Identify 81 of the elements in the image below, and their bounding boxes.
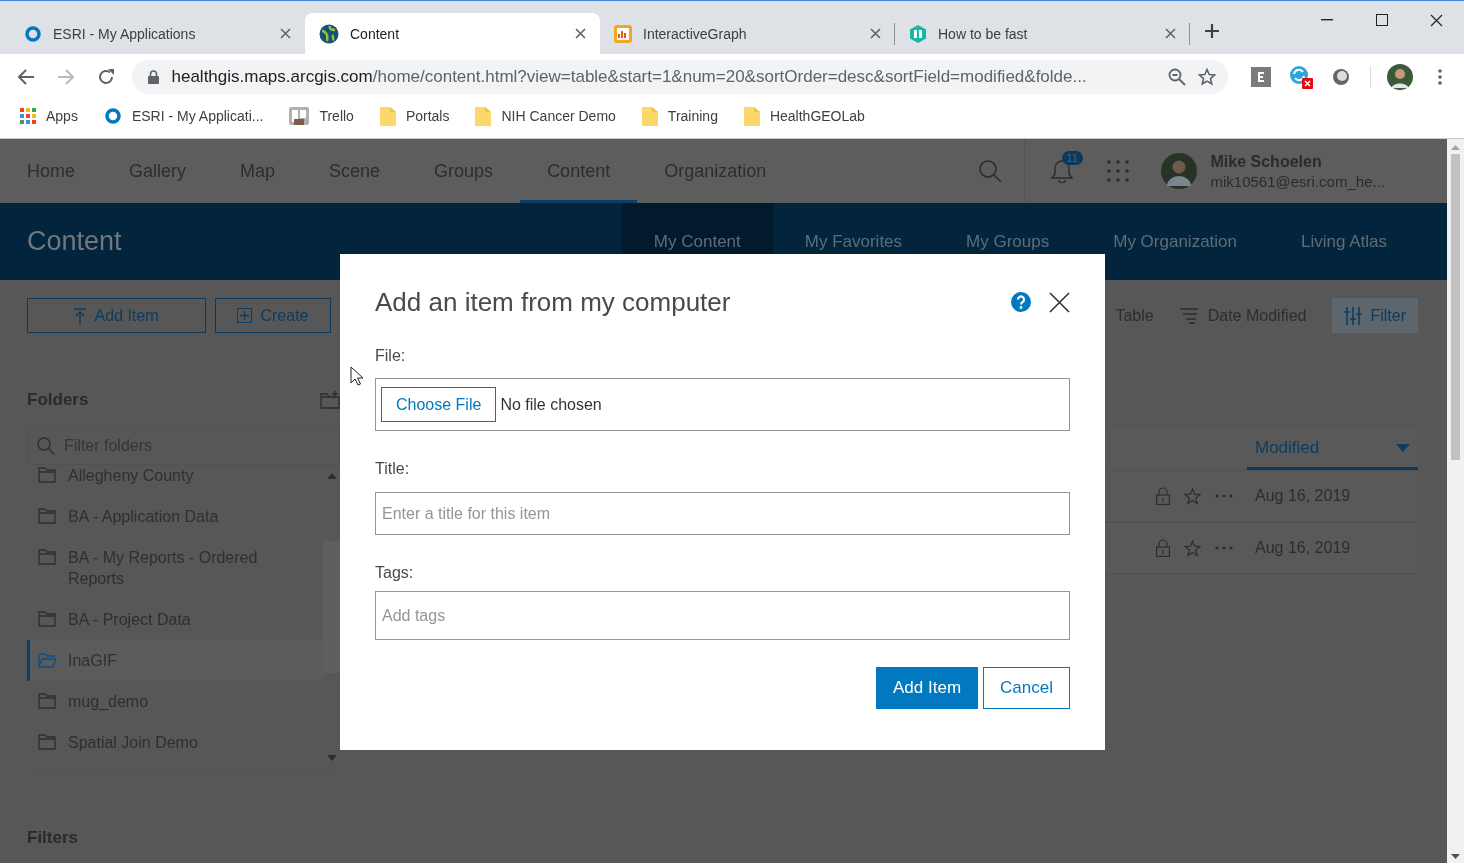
board-icon — [289, 107, 310, 125]
notification-badge: 11 — [1061, 151, 1083, 165]
chart-icon — [614, 24, 632, 43]
star-icon[interactable] — [1184, 539, 1201, 557]
scrollbar-thumb[interactable] — [323, 541, 340, 673]
browser-tab[interactable]: ESRI - My Applications — [10, 13, 305, 54]
ring-icon — [103, 107, 122, 125]
close-icon[interactable] — [1430, 13, 1443, 27]
field-label: Title: — [375, 459, 411, 479]
extension-icon[interactable] — [1251, 67, 1271, 87]
page-title: Content — [27, 226, 122, 257]
content-tab[interactable]: Living Atlas — [1269, 203, 1419, 280]
avatar-icon[interactable] — [1387, 64, 1413, 90]
star-icon[interactable] — [1198, 68, 1216, 86]
folder-icon — [38, 508, 56, 524]
star-icon[interactable] — [1184, 487, 1201, 505]
sort-icon — [1179, 307, 1198, 324]
globe-icon — [319, 23, 339, 44]
lock-icon — [1156, 539, 1170, 557]
cancel-button[interactable]: Cancel — [983, 667, 1070, 709]
tags-field[interactable]: Add tags — [375, 591, 1070, 640]
reload-icon[interactable] — [96, 68, 115, 86]
folder-icon — [38, 549, 56, 565]
add-item-button[interactable]: Add Item — [27, 298, 206, 333]
menu-icon[interactable] — [1438, 69, 1442, 85]
help-icon[interactable] — [1011, 292, 1031, 312]
sort-caret-icon — [1396, 444, 1410, 452]
extension-circle-icon[interactable] — [1332, 68, 1350, 86]
sync-extension-icon[interactable] — [1289, 65, 1313, 89]
folder-icon — [38, 693, 56, 709]
scroll-down-icon[interactable] — [1451, 854, 1460, 859]
bookmark[interactable]: ESRI - My Applicati... — [95, 103, 272, 129]
create-button[interactable]: Create — [215, 298, 331, 333]
new-tab-icon[interactable] — [1204, 22, 1220, 39]
bookmark[interactable]: HealthGEOLab — [735, 102, 873, 130]
back-arrow-icon[interactable] — [16, 68, 35, 86]
bookmark[interactable]: NIH Cancer Demo — [467, 102, 624, 130]
dialog-title: Add an item from my computer — [375, 286, 732, 318]
minimize-icon[interactable] — [1320, 19, 1333, 21]
bookmark[interactable]: Training — [633, 102, 726, 130]
field-label: File: — [375, 346, 407, 366]
lock-icon — [1156, 487, 1170, 505]
plus-square-icon — [237, 308, 253, 323]
ring-icon — [24, 24, 42, 43]
maximize-icon[interactable] — [1375, 14, 1388, 26]
column-header[interactable]: Modified — [1247, 429, 1418, 470]
scrollbar-thumb[interactable] — [1451, 154, 1460, 460]
folder-icon — [743, 106, 760, 126]
filter-sliders-icon — [1344, 306, 1363, 325]
upload-icon — [74, 307, 87, 324]
book-icon — [909, 24, 927, 43]
folder-icon — [38, 734, 56, 750]
content-tab[interactable]: My Organization — [1081, 203, 1269, 280]
file-field[interactable]: Choose File No file chosen — [375, 378, 1070, 431]
apps-grid-icon — [20, 108, 36, 124]
browser-tab[interactable]: InteractiveGraph — [600, 13, 895, 54]
choose-file-button[interactable]: Choose File — [381, 387, 497, 422]
bookmark[interactable]: Trello — [281, 103, 362, 129]
folder-icon — [38, 611, 56, 627]
bookmark[interactable]: Apps — [12, 104, 86, 128]
folder-icon — [641, 106, 658, 126]
browser-tab[interactable]: How to be fast — [895, 13, 1190, 54]
add-item-button[interactable]: Add Item — [876, 667, 979, 709]
filter-button[interactable]: Filter — [1332, 298, 1418, 333]
title-field[interactable]: Enter a title for this item — [375, 492, 1070, 535]
lock-icon — [148, 70, 160, 84]
mouse-pointer-icon — [350, 366, 363, 386]
close-icon[interactable] — [1049, 291, 1070, 313]
avatar-icon[interactable] — [1160, 153, 1197, 189]
address-field[interactable]: healthgis.maps.arcgis.com/home/content.html?view=table&start=1&num=20&sortOrder=desc&sortField=modified&folde... — [132, 60, 1228, 94]
folder-icon — [38, 467, 56, 483]
folder-icon — [475, 106, 492, 126]
bookmark[interactable]: Portals — [371, 102, 458, 130]
zoom-out-icon[interactable] — [1168, 68, 1186, 86]
open-folder-icon — [38, 652, 56, 668]
folder-icon — [379, 106, 396, 126]
field-label: Tags: — [375, 563, 415, 583]
file-status-text: No file chosen — [500, 395, 602, 414]
close-icon[interactable] — [575, 28, 586, 39]
search-icon — [37, 437, 55, 455]
browser-tab[interactable]: Content — [305, 13, 600, 54]
